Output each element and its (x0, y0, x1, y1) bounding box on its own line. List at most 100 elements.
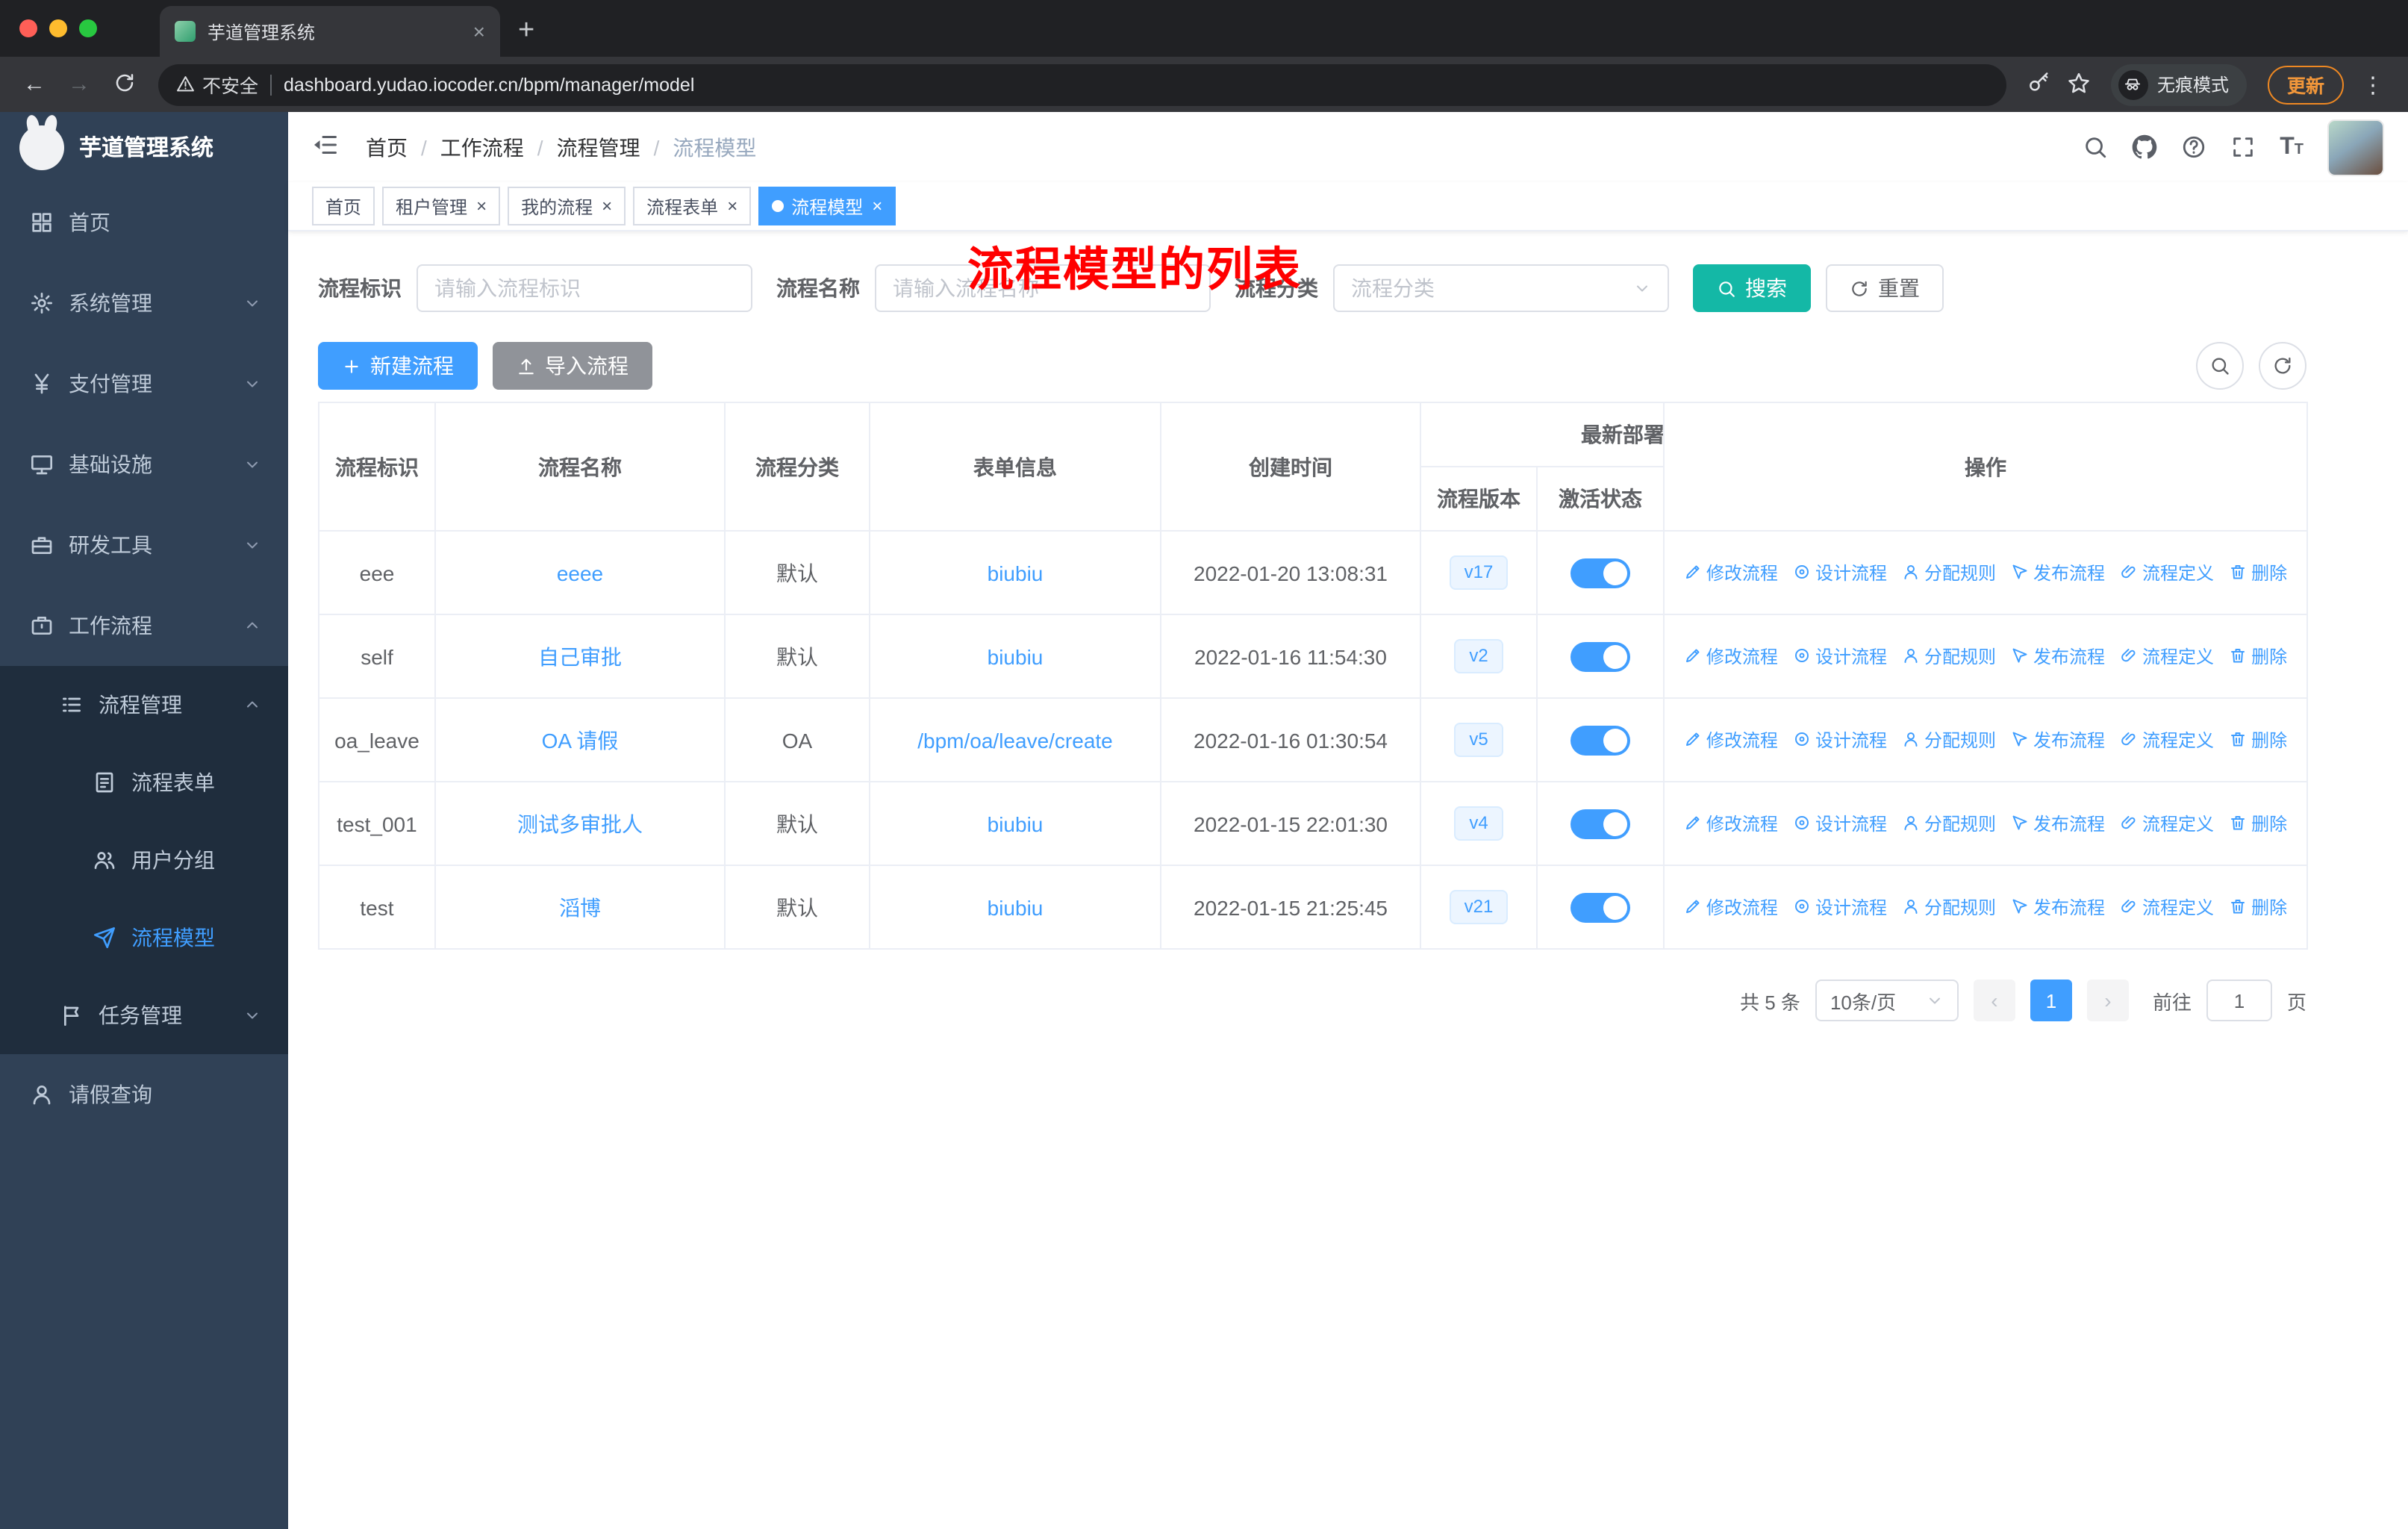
process-form-link[interactable]: biubiu (988, 895, 1044, 919)
font-size-icon[interactable]: TT (2280, 134, 2303, 159)
collapse-sidebar-icon[interactable] (312, 131, 339, 163)
new-tab-button[interactable]: + (518, 15, 534, 48)
goto-page-input[interactable]: 1 (2206, 980, 2272, 1021)
incognito-badge[interactable]: 无痕模式 (2110, 63, 2247, 105)
action-edit[interactable]: 修改流程 (1684, 644, 1778, 669)
process-form-link[interactable]: biubiu (988, 812, 1044, 835)
action-delete[interactable]: 删除 (2229, 644, 2287, 669)
tag-process-form[interactable]: 流程表单 × (633, 187, 752, 225)
active-toggle[interactable] (1570, 725, 1630, 755)
version-badge[interactable]: v5 (1454, 723, 1503, 757)
reset-button[interactable]: 重置 (1826, 264, 1944, 312)
action-design[interactable]: 设计流程 (1793, 560, 1887, 585)
version-badge[interactable]: v17 (1449, 555, 1509, 590)
process-form-link[interactable]: /bpm/oa/leave/create (917, 728, 1113, 752)
zoom-window-button[interactable] (79, 19, 97, 37)
close-window-button[interactable] (19, 19, 37, 37)
security-chip[interactable]: 不安全 (176, 70, 258, 99)
page-number-1[interactable]: 1 (2030, 980, 2072, 1021)
process-category-select[interactable]: 流程分类 (1333, 264, 1669, 312)
action-publish[interactable]: 发布流程 (2011, 560, 2105, 585)
action-definition[interactable]: 流程定义 (2120, 560, 2214, 585)
action-delete[interactable]: 删除 (2229, 727, 2287, 753)
close-tag-icon[interactable]: × (872, 196, 882, 217)
process-name-link[interactable]: 自己审批 (538, 644, 622, 668)
search-button[interactable]: 搜索 (1693, 264, 1811, 312)
close-tag-icon[interactable]: × (602, 196, 612, 217)
active-toggle[interactable] (1570, 641, 1630, 671)
action-definition[interactable]: 流程定义 (2120, 811, 2214, 836)
reload-icon[interactable] (105, 72, 143, 97)
password-key-icon[interactable] (2027, 72, 2050, 97)
tag-process-model[interactable]: 流程模型 × (758, 187, 896, 225)
create-process-button[interactable]: 新建流程 (318, 342, 478, 390)
action-publish[interactable]: 发布流程 (2011, 811, 2105, 836)
page-size-select[interactable]: 10条/页 (1815, 980, 1959, 1021)
browser-menu-icon[interactable]: ⋮ (2362, 71, 2384, 98)
process-form-link[interactable]: biubiu (988, 644, 1044, 668)
refresh-table-button[interactable] (2259, 342, 2306, 390)
sidebar-item-bpm-form[interactable]: 流程表单 (0, 744, 288, 821)
breadcrumb-item[interactable]: 流程管理 (557, 132, 640, 162)
question-icon[interactable] (2181, 134, 2206, 160)
action-design[interactable]: 设计流程 (1793, 644, 1887, 669)
breadcrumb-item[interactable]: 首页 (366, 132, 408, 162)
action-publish[interactable]: 发布流程 (2011, 894, 2105, 920)
browser-tab[interactable]: 芋道管理系统 × (160, 6, 500, 57)
action-publish[interactable]: 发布流程 (2011, 644, 2105, 669)
action-edit[interactable]: 修改流程 (1684, 560, 1778, 585)
process-name-link[interactable]: 滔博 (559, 895, 601, 919)
avatar[interactable] (2327, 119, 2384, 175)
close-tag-icon[interactable]: × (476, 196, 487, 217)
back-icon[interactable]: ← (15, 72, 54, 97)
sidebar-item-bpm-model[interactable]: 流程模型 (0, 899, 288, 977)
sidebar-item-infra[interactable]: 基础设施 (0, 424, 288, 505)
process-form-link[interactable]: biubiu (988, 561, 1044, 585)
sidebar-logo[interactable]: 芋道管理系统 (0, 112, 288, 182)
process-name-link[interactable]: 测试多审批人 (517, 812, 643, 835)
action-edit[interactable]: 修改流程 (1684, 727, 1778, 753)
action-delete[interactable]: 删除 (2229, 560, 2287, 585)
sidebar-item-user-group[interactable]: 用户分组 (0, 821, 288, 899)
sidebar-item-bpm-manage[interactable]: 流程管理 (0, 666, 288, 744)
import-process-button[interactable]: 导入流程 (493, 342, 652, 390)
version-badge[interactable]: v2 (1454, 639, 1503, 673)
close-tab-icon[interactable]: × (473, 19, 485, 43)
action-assign[interactable]: 分配规则 (1902, 894, 1996, 920)
action-assign[interactable]: 分配规则 (1902, 560, 1996, 585)
process-name-link[interactable]: OA 请假 (542, 728, 619, 752)
action-design[interactable]: 设计流程 (1793, 727, 1887, 753)
action-publish[interactable]: 发布流程 (2011, 727, 2105, 753)
version-badge[interactable]: v21 (1449, 890, 1509, 924)
sidebar-item-leave-query[interactable]: 请假查询 (0, 1054, 288, 1135)
action-definition[interactable]: 流程定义 (2120, 727, 2214, 753)
prev-page-button[interactable]: ‹ (1973, 980, 2015, 1021)
active-toggle[interactable] (1570, 809, 1630, 838)
bookmark-star-icon[interactable] (2068, 72, 2090, 97)
hide-search-button[interactable] (2196, 342, 2244, 390)
action-edit[interactable]: 修改流程 (1684, 811, 1778, 836)
process-key-input[interactable]: 请输入流程标识 (417, 264, 752, 312)
sidebar-item-home[interactable]: 首页 (0, 182, 288, 263)
sidebar-item-workflow[interactable]: 工作流程 (0, 585, 288, 666)
active-toggle[interactable] (1570, 558, 1630, 588)
active-toggle[interactable] (1570, 892, 1630, 922)
minimize-window-button[interactable] (49, 19, 67, 37)
action-definition[interactable]: 流程定义 (2120, 644, 2214, 669)
address-bar[interactable]: 不安全 dashboard.yudao.iocoder.cn/bpm/manag… (158, 63, 2006, 105)
action-assign[interactable]: 分配规则 (1902, 727, 1996, 753)
fullscreen-icon[interactable] (2230, 134, 2256, 160)
next-page-button[interactable]: › (2086, 980, 2129, 1021)
sidebar-item-system[interactable]: 系统管理 (0, 263, 288, 343)
action-definition[interactable]: 流程定义 (2120, 894, 2214, 920)
action-design[interactable]: 设计流程 (1793, 811, 1887, 836)
version-badge[interactable]: v4 (1454, 806, 1503, 841)
action-delete[interactable]: 删除 (2229, 894, 2287, 920)
sidebar-item-devtools[interactable]: 研发工具 (0, 505, 288, 585)
tag-home[interactable]: 首页 (312, 187, 375, 225)
action-assign[interactable]: 分配规则 (1902, 644, 1996, 669)
close-tag-icon[interactable]: × (727, 196, 737, 217)
action-delete[interactable]: 删除 (2229, 811, 2287, 836)
tag-tenant[interactable]: 租户管理 × (382, 187, 501, 225)
update-button[interactable]: 更新 (2267, 65, 2344, 104)
